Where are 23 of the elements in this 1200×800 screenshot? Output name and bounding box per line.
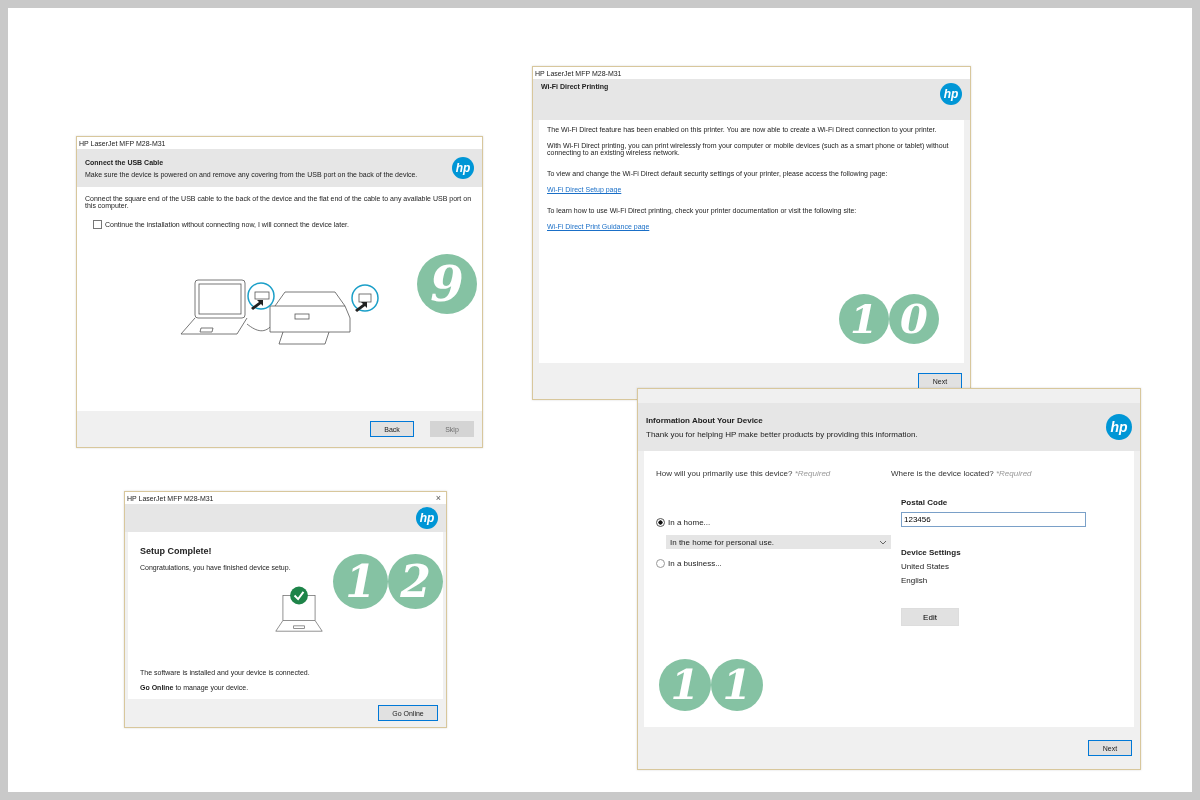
setting-value: United States (901, 562, 951, 571)
page-heading: Setup Complete! (140, 546, 213, 556)
close-button[interactable]: × (432, 493, 444, 503)
question-text: Where is the device located? *Required (891, 469, 1033, 478)
checkbox[interactable] (93, 220, 102, 229)
radio-button[interactable] (656, 559, 665, 568)
radio-label: In a business... (668, 559, 722, 568)
radio-label: In a home... (668, 518, 711, 527)
chevron-down-icon (879, 539, 887, 545)
question-text: How will you primarily use this device? *Required (656, 469, 832, 478)
edit-button[interactable]: Edit (901, 608, 959, 626)
logo: hp (1106, 414, 1132, 440)
setting-value: English (901, 576, 929, 585)
section-label: Device Settings (901, 548, 962, 557)
page-subtitle: Thank you for helping HP make better products by providing this information. (646, 429, 918, 439)
radio-button[interactable] (656, 518, 665, 527)
logo: hp (452, 157, 474, 179)
usage-dropdown[interactable]: In the home for personal use. (666, 535, 891, 549)
logo: hp (416, 507, 438, 529)
page-heading: Information About Your Device (646, 415, 764, 425)
logo: hp (940, 83, 962, 105)
postal-code-field[interactable]: 123456 (901, 512, 1086, 527)
field-label: Postal Code (901, 498, 949, 507)
